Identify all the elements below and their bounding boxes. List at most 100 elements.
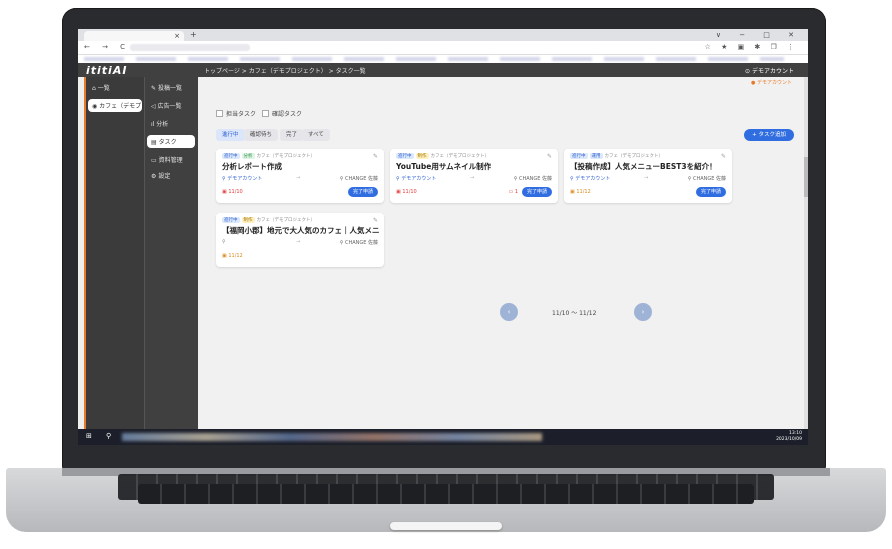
card-project: カフェ（デモプロジェクト） <box>256 218 316 223</box>
browser-tab[interactable]: × <box>84 31 184 41</box>
add-task-button[interactable]: + タスク追加 <box>744 129 794 141</box>
extension-icons[interactable]: ☆ ★ ▣ ✱ ❐ ⋮ <box>705 43 798 51</box>
card-owner: ⚲ CHANGE 佐藤 <box>687 176 726 182</box>
laptop-scene: × + ∨ − □ ✕ ← → C ⌂ ☆ ★ ▣ ✱ ❐ ⋮ ititiAI … <box>0 0 892 549</box>
complete-request-button[interactable]: 完了申請 <box>695 187 726 197</box>
sidebar-item-label: 資料管理 <box>158 157 183 164</box>
scrollbar[interactable] <box>804 77 808 429</box>
keyboard-lower <box>138 484 754 504</box>
close-icon[interactable]: × <box>174 31 180 41</box>
chart-icon: ıl <box>151 121 155 128</box>
task-card[interactable]: 進行中 運用 カフェ（デモプロジェクト） ✎ 【投稿作成】人気メニューBEST3を紹… <box>564 149 732 203</box>
card-tags: 進行中 制作 カフェ（デモプロジェクト） <box>222 217 315 223</box>
sidebar-item-label: タスク <box>158 139 177 146</box>
sidebar-item-analytics[interactable]: ıl 分析 <box>151 119 168 128</box>
calendar-icon: ▤ <box>151 139 157 146</box>
account-menu[interactable]: ⊙ デモアカウント <box>745 66 794 75</box>
sidebar-item-tasks[interactable]: ▤ タスク <box>147 135 195 148</box>
card-project: カフェ（デモプロジェクト） <box>430 154 490 159</box>
task-card[interactable]: 進行中 分析 カフェ（デモプロジェクト） ✎ 分析レポート作成 ⚲ デモアカウント … <box>216 149 384 203</box>
scrollbar-thumb[interactable] <box>804 157 808 197</box>
card-due-date: ▣ 11/12 <box>222 253 243 259</box>
checkbox-box <box>216 110 223 117</box>
arrow-icon: → <box>296 239 301 245</box>
sidebar-item-label: 広告一覧 <box>157 103 182 110</box>
sidebar-item-files[interactable]: ▭ 資料管理 <box>151 155 183 164</box>
clock[interactable]: 13:10 2023/10/09 <box>776 431 802 443</box>
sidebar-item-label: 一覧 <box>97 85 110 92</box>
pager-prev-button[interactable]: ‹ <box>500 303 518 321</box>
card-account: ⚲ デモアカウント <box>222 176 263 182</box>
edit-icon[interactable]: ✎ <box>547 153 552 160</box>
card-owner: ⚲ CHANGE 佐藤 <box>339 176 378 182</box>
browser-tabbar: × + ∨ − □ ✕ <box>78 29 808 41</box>
bookmarks-bar <box>78 55 808 63</box>
status-badge: 進行中 <box>222 153 240 159</box>
task-card[interactable]: 進行中 制作 カフェ（デモプロジェクト） ✎ YouTube用サムネイル制作 ⚲ デ… <box>390 149 558 203</box>
gear-icon: ⚙ <box>151 173 157 180</box>
card-owner: ⚲ CHANGE 佐藤 <box>513 176 552 182</box>
complete-request-button[interactable]: 完了申請 <box>521 187 552 197</box>
sidebar-item-label: 投稿一覧 <box>157 85 182 92</box>
account-icon: ⊙ <box>745 68 752 75</box>
pager-range: 11/10 〜 11/12 <box>552 310 597 317</box>
card-title: YouTube用サムネイル制作 <box>396 162 492 171</box>
search-icon[interactable]: ⚲ <box>106 432 111 440</box>
screen: × + ∨ − □ ✕ ← → C ⌂ ☆ ★ ▣ ✱ ❐ ⋮ ititiAI … <box>78 29 808 445</box>
tab-waiting-review[interactable]: 確認待ち <box>244 129 279 141</box>
home-icon: ⌂ <box>92 85 96 92</box>
tab-all[interactable]: すべて <box>302 129 330 141</box>
card-project: カフェ（デモプロジェクト） <box>256 154 316 159</box>
sidebar-menu: ✎ 投稿一覧 ◁ 広告一覧 ıl 分析 ▤ タスク ▭ 資料管理 ⚙ 設定 <box>144 77 198 429</box>
sidebar-item-list[interactable]: ⌂ 一覧 <box>92 83 110 92</box>
sidebar-item-posts[interactable]: ✎ 投稿一覧 <box>151 83 182 92</box>
new-tab-button[interactable]: + <box>190 30 197 39</box>
pager-next-button[interactable]: › <box>634 303 652 321</box>
arrow-icon: → <box>644 175 649 181</box>
arrow-icon: → <box>470 175 475 181</box>
sidebar-item-settings[interactable]: ⚙ 設定 <box>151 171 170 180</box>
account-name: デモアカウント <box>751 68 794 75</box>
card-title: 【福岡小郡】地元で大人気のカフェ｜人気メニューBE... <box>222 226 380 235</box>
status-badge: 進行中 <box>222 217 240 223</box>
card-due-date: ▣ 11/10 <box>396 189 417 195</box>
account-sub-label: ● デモアカウント <box>751 80 792 86</box>
comment-count[interactable]: ▭ 1 <box>508 189 518 195</box>
folder-icon: ▭ <box>151 157 157 164</box>
complete-request-button[interactable]: 完了申請 <box>347 187 378 197</box>
category-badge: 分析 <box>241 153 255 159</box>
breadcrumb[interactable]: トップページ > カフェ（デモプロジェクト） > タスク一覧 <box>204 66 366 75</box>
card-due-date: ▣ 11/10 <box>222 189 243 195</box>
card-tags: 進行中 分析 カフェ（デモプロジェクト） <box>222 153 315 159</box>
megaphone-icon: ◁ <box>151 103 156 110</box>
app-logo[interactable]: ititiAI <box>86 64 127 77</box>
card-due-date: ▣ 11/12 <box>570 189 591 195</box>
card-tags: 進行中 制作 カフェ（デモプロジェクト） <box>396 153 489 159</box>
filter-my-tasks-checkbox[interactable]: 担当タスク <box>216 109 256 118</box>
card-account: ⚲ デモアカウント <box>570 176 611 182</box>
category-badge: 運用 <box>589 153 603 159</box>
edit-icon[interactable]: ✎ <box>373 217 378 224</box>
app-header: ititiAI トップページ > カフェ（デモプロジェクト） > タスク一覧 ⊙… <box>78 63 808 77</box>
project-icon: ◉ <box>92 103 98 110</box>
sidebar-item-ads[interactable]: ◁ 広告一覧 <box>151 101 182 110</box>
category-badge: 制作 <box>415 153 429 159</box>
card-project: カフェ（デモプロジェクト） <box>604 154 664 159</box>
window-controls[interactable]: ∨ − □ ✕ <box>716 29 802 41</box>
main-content: ● デモアカウント 担当タスク 確認タスク 進行中 確認待ち 完了 すべて + … <box>198 77 808 429</box>
filter-review-tasks-checkbox[interactable]: 確認タスク <box>262 109 302 118</box>
edit-icon: ✎ <box>151 85 157 92</box>
checkbox-label: 確認タスク <box>272 111 303 118</box>
tab-in-progress[interactable]: 進行中 <box>216 129 245 141</box>
checkbox-label: 担当タスク <box>226 111 257 118</box>
url-field[interactable] <box>130 44 250 51</box>
windows-start-icon[interactable]: ⊞ <box>86 432 92 440</box>
sidebar-item-cafe[interactable]: ◉ カフェ（デモプロ... <box>88 99 153 112</box>
sidebar-projects: ⌂ 一覧 ◉ カフェ（デモプロ... <box>84 77 153 429</box>
task-card[interactable]: 進行中 制作 カフェ（デモプロジェクト） ✎ 【福岡小郡】地元で大人気のカフェ｜人気… <box>216 213 384 267</box>
taskbar-apps[interactable] <box>122 433 542 441</box>
edit-icon[interactable]: ✎ <box>721 153 726 160</box>
sidebar-item-label: 分析 <box>156 121 169 128</box>
tab-completed[interactable]: 完了 <box>280 129 304 141</box>
edit-icon[interactable]: ✎ <box>373 153 378 160</box>
